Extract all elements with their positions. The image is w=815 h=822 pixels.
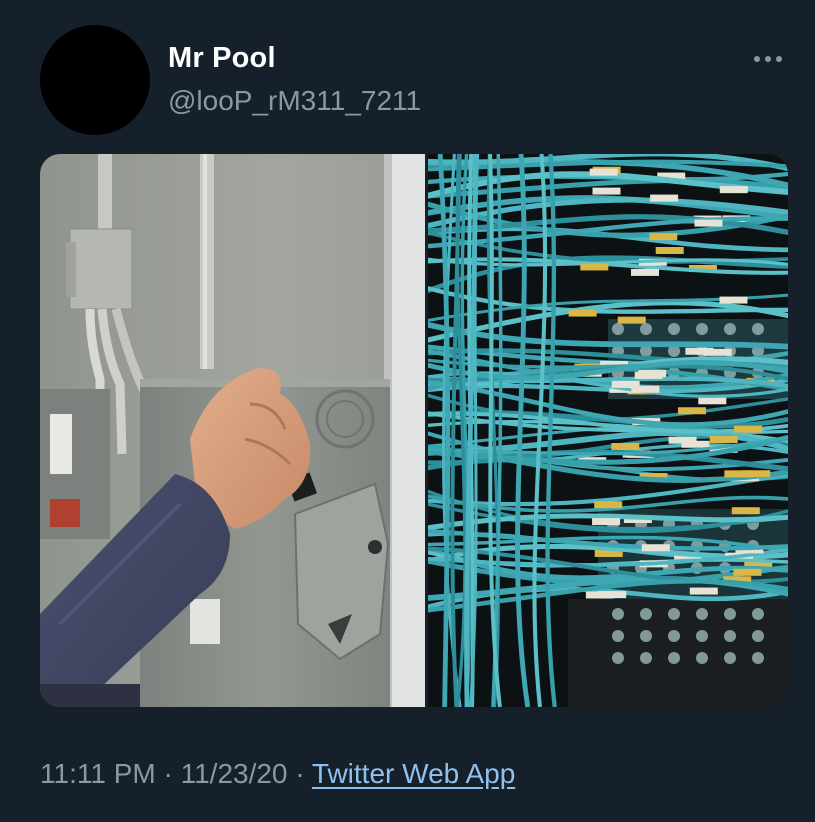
- photo-electrical-switch[interactable]: [40, 154, 425, 707]
- tweet: Mr Pool @looP_rM311_7211 11:11 PM · 11/2…: [0, 0, 815, 822]
- tweet-date[interactable]: 11/23/20: [181, 758, 288, 789]
- more-options-button[interactable]: [748, 44, 788, 74]
- user-handle[interactable]: @looP_rM311_7211: [168, 85, 421, 117]
- more-horizontal-icon: [753, 55, 783, 63]
- meta-separator: ·: [163, 758, 173, 789]
- avatar[interactable]: [40, 25, 150, 135]
- tweet-source-link[interactable]: Twitter Web App: [312, 758, 515, 789]
- display-name[interactable]: Mr Pool: [168, 42, 276, 75]
- tweet-time[interactable]: 11:11 PM: [40, 758, 156, 789]
- meta-separator: ·: [295, 758, 305, 789]
- photo-network-cables[interactable]: [428, 154, 788, 707]
- tweet-media[interactable]: [40, 154, 788, 707]
- tweet-metadata: 11:11 PM · 11/23/20 · Twitter Web App: [40, 758, 515, 790]
